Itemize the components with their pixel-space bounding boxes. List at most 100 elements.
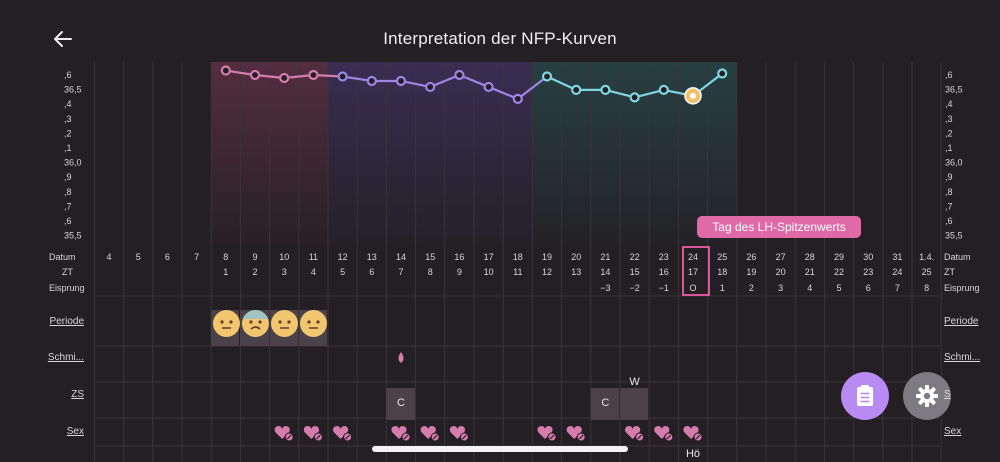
period-face-icon [242, 310, 269, 337]
datum-cell: 4 [106, 252, 111, 262]
datum-cell: 7 [194, 252, 199, 262]
y-axis-label-left: ,7 [64, 201, 72, 211]
zs-label-right[interactable]: S [944, 389, 951, 400]
y-axis-label-right: 36,5 [945, 85, 963, 95]
y-axis-label-right: ,4 [945, 99, 953, 109]
datum-cell: 27 [776, 252, 786, 262]
temperature-point[interactable] [425, 81, 436, 93]
heart-slash-icon[interactable] [449, 426, 469, 442]
heart-slash-icon[interactable] [333, 426, 353, 442]
zt-cell: 19 [746, 267, 756, 277]
sex-label-right[interactable]: Sex [944, 426, 961, 437]
datum-cell: 15 [425, 252, 435, 262]
temperature-point[interactable] [308, 69, 319, 81]
zt-cell: 4 [311, 267, 316, 277]
datum-cell: 30 [863, 252, 873, 262]
y-axis-label-right: ,9 [945, 172, 953, 182]
temperature-point[interactable] [541, 71, 553, 82]
zs-label[interactable]: ZS [71, 389, 84, 400]
temperature-point[interactable] [220, 65, 231, 76]
temperature-point[interactable] [249, 69, 261, 81]
zt-cell: 11 [513, 267, 522, 277]
datum-cell: 28 [805, 252, 815, 262]
datum-cell: 8 [223, 252, 228, 262]
y-axis-label-right: ,8 [945, 187, 953, 197]
y-axis-label-left: 36,5 [64, 85, 82, 95]
y-axis-label-left: ,9 [64, 172, 72, 182]
zt-cell: 14 [600, 267, 610, 277]
zs-value: C [397, 397, 405, 409]
zt-cell: 6 [369, 267, 374, 277]
y-axis-label-left: 36,0 [64, 158, 82, 168]
datum-cell: 17 [484, 252, 494, 262]
temperature-point[interactable] [454, 69, 465, 81]
periode-label-right[interactable]: Periode [944, 316, 978, 327]
heart-slash-icon[interactable] [391, 426, 411, 442]
heart-slash-icon[interactable] [537, 426, 557, 442]
zt-cell: 23 [863, 267, 873, 277]
zs-value: W [629, 376, 640, 388]
eisprung-cell: 3 [778, 283, 783, 293]
datum-cell: 12 [338, 252, 348, 262]
heart-slash-icon[interactable] [654, 426, 674, 442]
datum-cell: 25 [717, 252, 727, 262]
heart-slash-icon[interactable] [420, 426, 440, 442]
datum-cell: 31 [892, 252, 902, 262]
datum-cell: 6 [165, 252, 170, 262]
heart-slash-icon[interactable] [566, 426, 586, 442]
zt-cell: 22 [834, 267, 844, 277]
periode-label[interactable]: Periode [50, 316, 84, 327]
temperature-point[interactable] [279, 72, 290, 84]
heart-slash-icon[interactable] [274, 426, 294, 442]
heart-slash-icon[interactable] [683, 426, 703, 442]
zs-value: C [601, 397, 610, 409]
zt-row-label: ZT [62, 267, 73, 277]
period-face-icon [212, 310, 240, 337]
datum-cell: 9 [252, 252, 257, 262]
sex-label[interactable]: Sex [67, 426, 84, 437]
datum-cell: 18 [513, 252, 523, 262]
temperature-point[interactable] [600, 84, 611, 96]
temperature-point[interactable] [512, 93, 523, 104]
lh-peak-marker-center [690, 92, 696, 99]
eisprung-row-label: Eisprung [49, 283, 85, 293]
datum-cell: 23 [659, 252, 669, 262]
y-axis-label-left: ,3 [64, 114, 72, 124]
y-axis-label-left: ,4 [64, 99, 72, 109]
datum-cell: 11 [309, 252, 318, 262]
datum-cell: 19 [542, 252, 552, 262]
report-button[interactable] [841, 372, 889, 420]
temperature-point[interactable] [337, 71, 348, 82]
y-axis-label-left: ,1 [64, 143, 72, 153]
heart-slash-icon[interactable] [303, 426, 323, 442]
zt-cell: 16 [659, 267, 669, 277]
eisprung-cell: −3 [600, 283, 610, 293]
y-axis-label-left: ,6 [64, 216, 72, 226]
temperature-point[interactable] [658, 84, 669, 96]
y-axis-label-left: 35,5 [64, 231, 82, 241]
temperature-point[interactable] [366, 75, 377, 87]
eisprung-cell: 6 [866, 283, 871, 293]
zt-cell: 5 [340, 267, 345, 277]
y-axis-label-right: ,2 [945, 128, 953, 138]
datum-cell: 13 [367, 252, 377, 262]
datum-cell: 14 [396, 252, 406, 262]
zs-cell[interactable] [620, 388, 649, 420]
temperature-point[interactable] [629, 92, 640, 103]
lh-peak-highlight [682, 246, 710, 296]
y-axis-label-left: ,6 [64, 70, 72, 80]
zt-cell: 12 [542, 267, 552, 277]
zt-cell: 20 [776, 267, 786, 277]
datum-cell: 1.4. [919, 252, 934, 262]
spotting-drop-icon [398, 352, 404, 363]
y-axis-label-left: ,8 [64, 187, 72, 197]
temperature-point[interactable] [395, 75, 407, 87]
temperature-point[interactable] [483, 81, 494, 93]
temperature-point[interactable] [717, 68, 728, 79]
zt-cell: 3 [282, 267, 287, 277]
schmierblutung-label[interactable]: Schmi... [48, 352, 84, 363]
y-axis-label-right: 36,0 [945, 158, 963, 168]
schmierblutung-label-right[interactable]: Schmi... [944, 352, 980, 363]
temperature-point[interactable] [571, 84, 582, 96]
heart-slash-icon[interactable] [625, 426, 645, 442]
